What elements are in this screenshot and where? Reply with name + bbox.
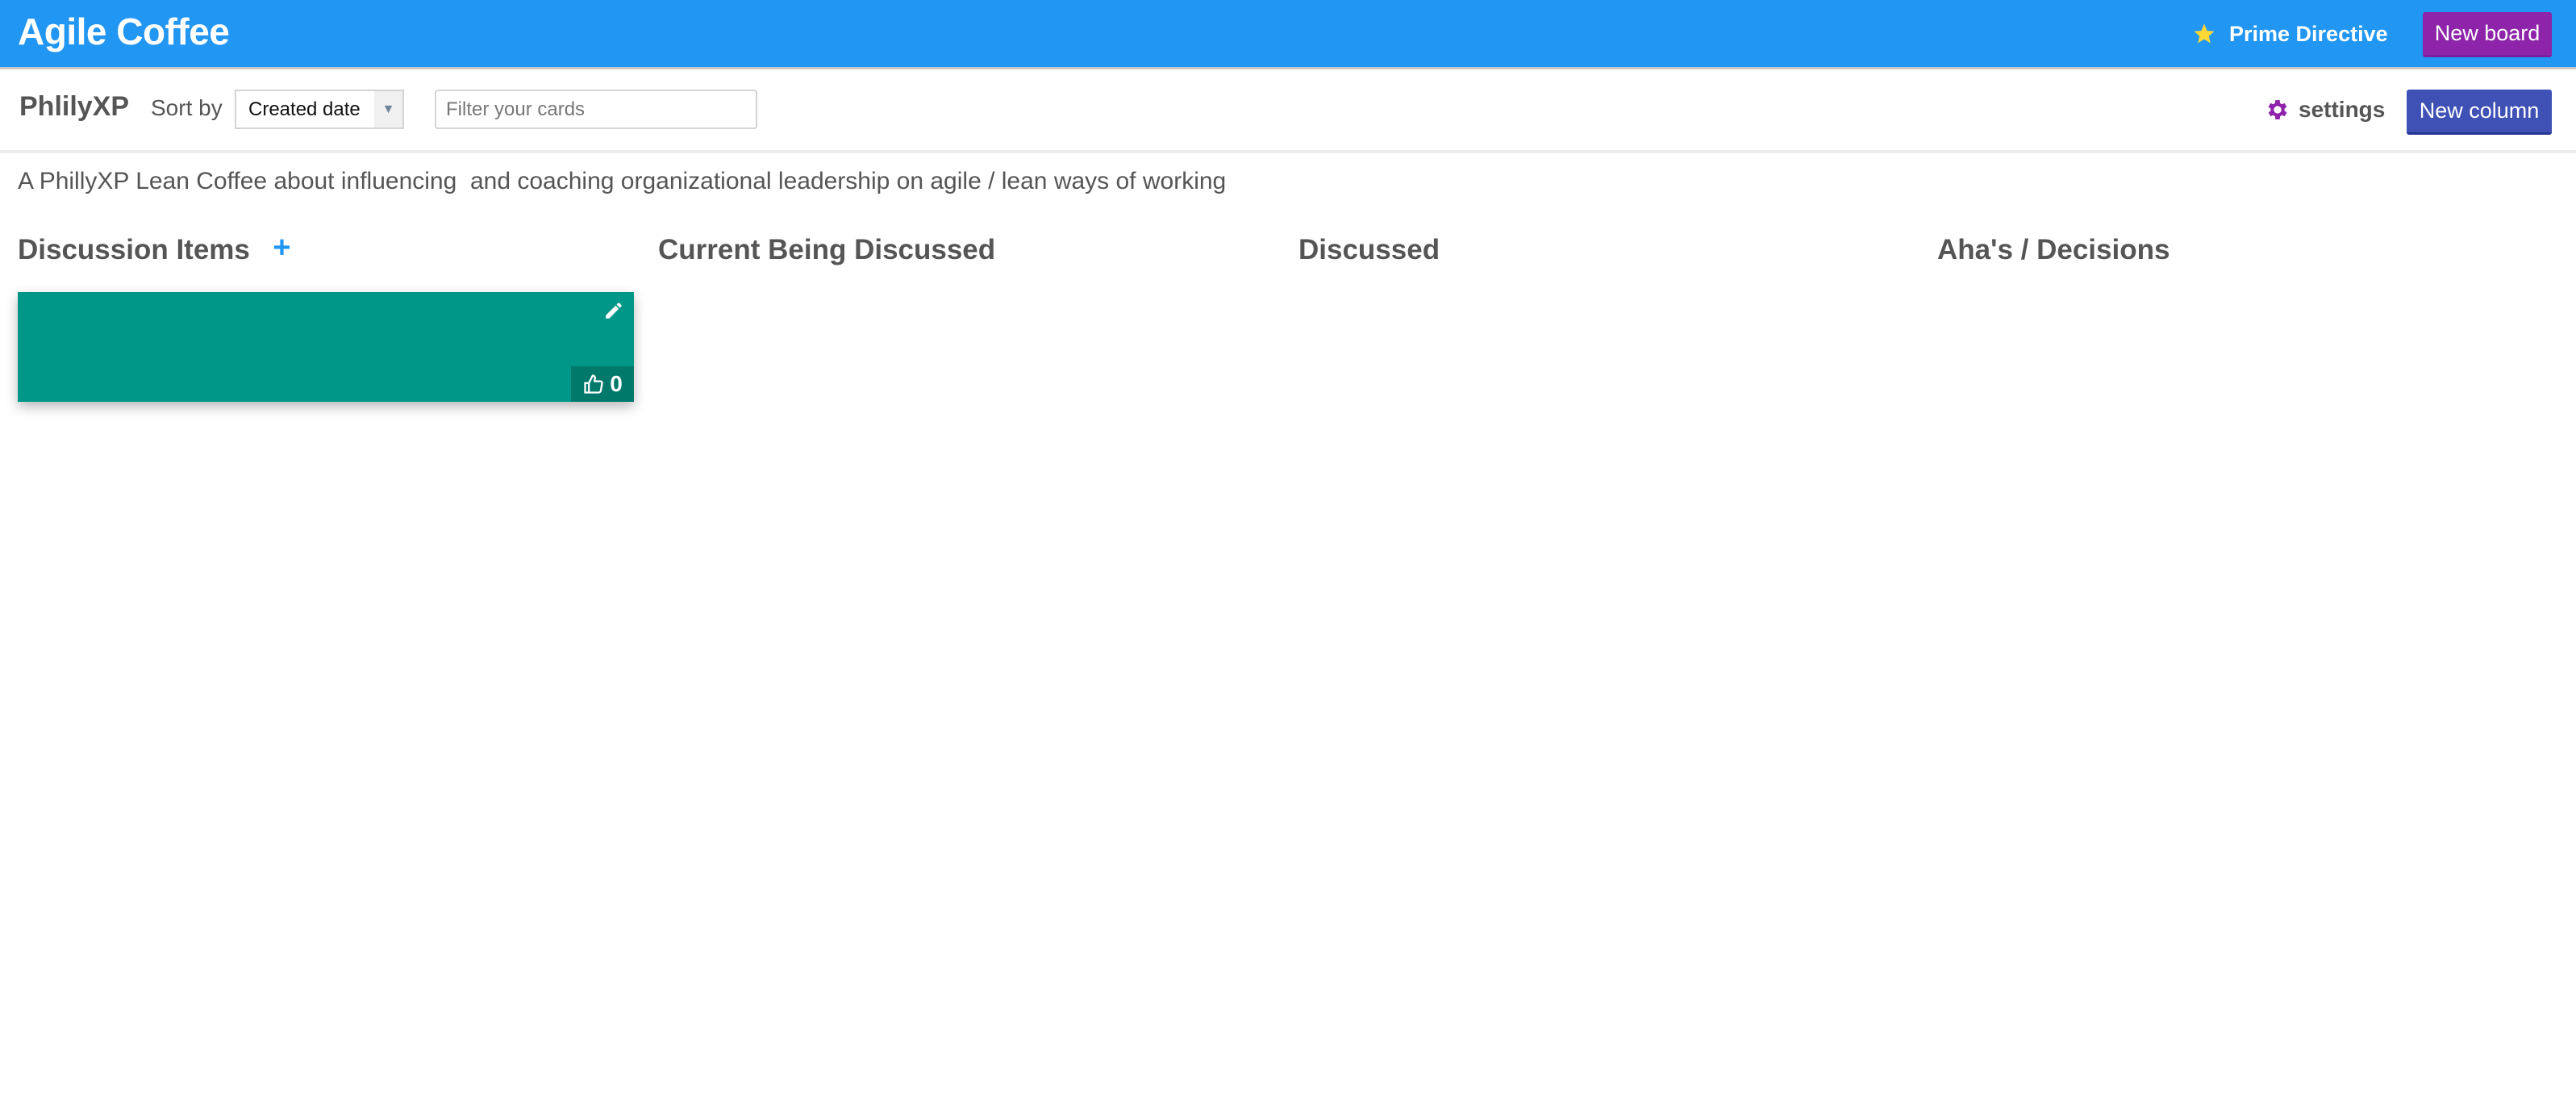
column-ahas-decisions: Aha's / Decisions: [1937, 234, 2558, 266]
column-title: Discussed: [1298, 234, 1440, 265]
star-icon: [2194, 23, 2215, 44]
gear-icon: [2268, 100, 2287, 119]
column-title: Discussion Items: [18, 234, 250, 265]
settings-link[interactable]: settings: [2265, 94, 2385, 126]
top-nav-bar: Agile Coffee Prime Directive New board: [0, 0, 2576, 69]
new-column-button[interactable]: New column: [2407, 90, 2552, 135]
thumbs-up-icon: [584, 374, 603, 394]
column-title: Current Being Discussed: [658, 234, 996, 265]
column-discussion-items: Discussion Items +: [18, 232, 639, 266]
settings-label: settings: [2299, 97, 2386, 122]
plus-icon[interactable]: +: [273, 232, 290, 263]
sort-by-select[interactable]: Created date ▼: [235, 90, 404, 129]
pencil-icon[interactable]: [603, 300, 624, 321]
app-title[interactable]: Agile Coffee: [18, 10, 230, 53]
prime-directive-link[interactable]: Prime Directive: [2192, 16, 2388, 52]
dropdown-arrow-icon[interactable]: ▼: [374, 91, 402, 127]
board-toolbar: PhlilyXP Sort by Created date ▼ settings…: [0, 69, 2576, 153]
sort-selected-value: Created date: [248, 98, 361, 120]
new-board-button[interactable]: New board: [2423, 12, 2552, 57]
vote-count: 0: [610, 371, 623, 396]
column-current-being-discussed: Current Being Discussed: [658, 234, 1279, 266]
discussion-card[interactable]: 0: [18, 292, 634, 402]
prime-directive-label: Prime Directive: [2229, 21, 2388, 46]
column-title: Aha's / Decisions: [1937, 234, 2170, 265]
board-description: A PhillyXP Lean Coffee about influencing…: [18, 168, 1227, 194]
filter-cards-input[interactable]: [435, 90, 757, 129]
column-discussed: Discussed: [1298, 234, 1919, 266]
vote-button[interactable]: 0: [571, 366, 634, 402]
sort-by-label: Sort by: [151, 95, 223, 120]
board-name: PhlilyXP: [19, 91, 130, 122]
